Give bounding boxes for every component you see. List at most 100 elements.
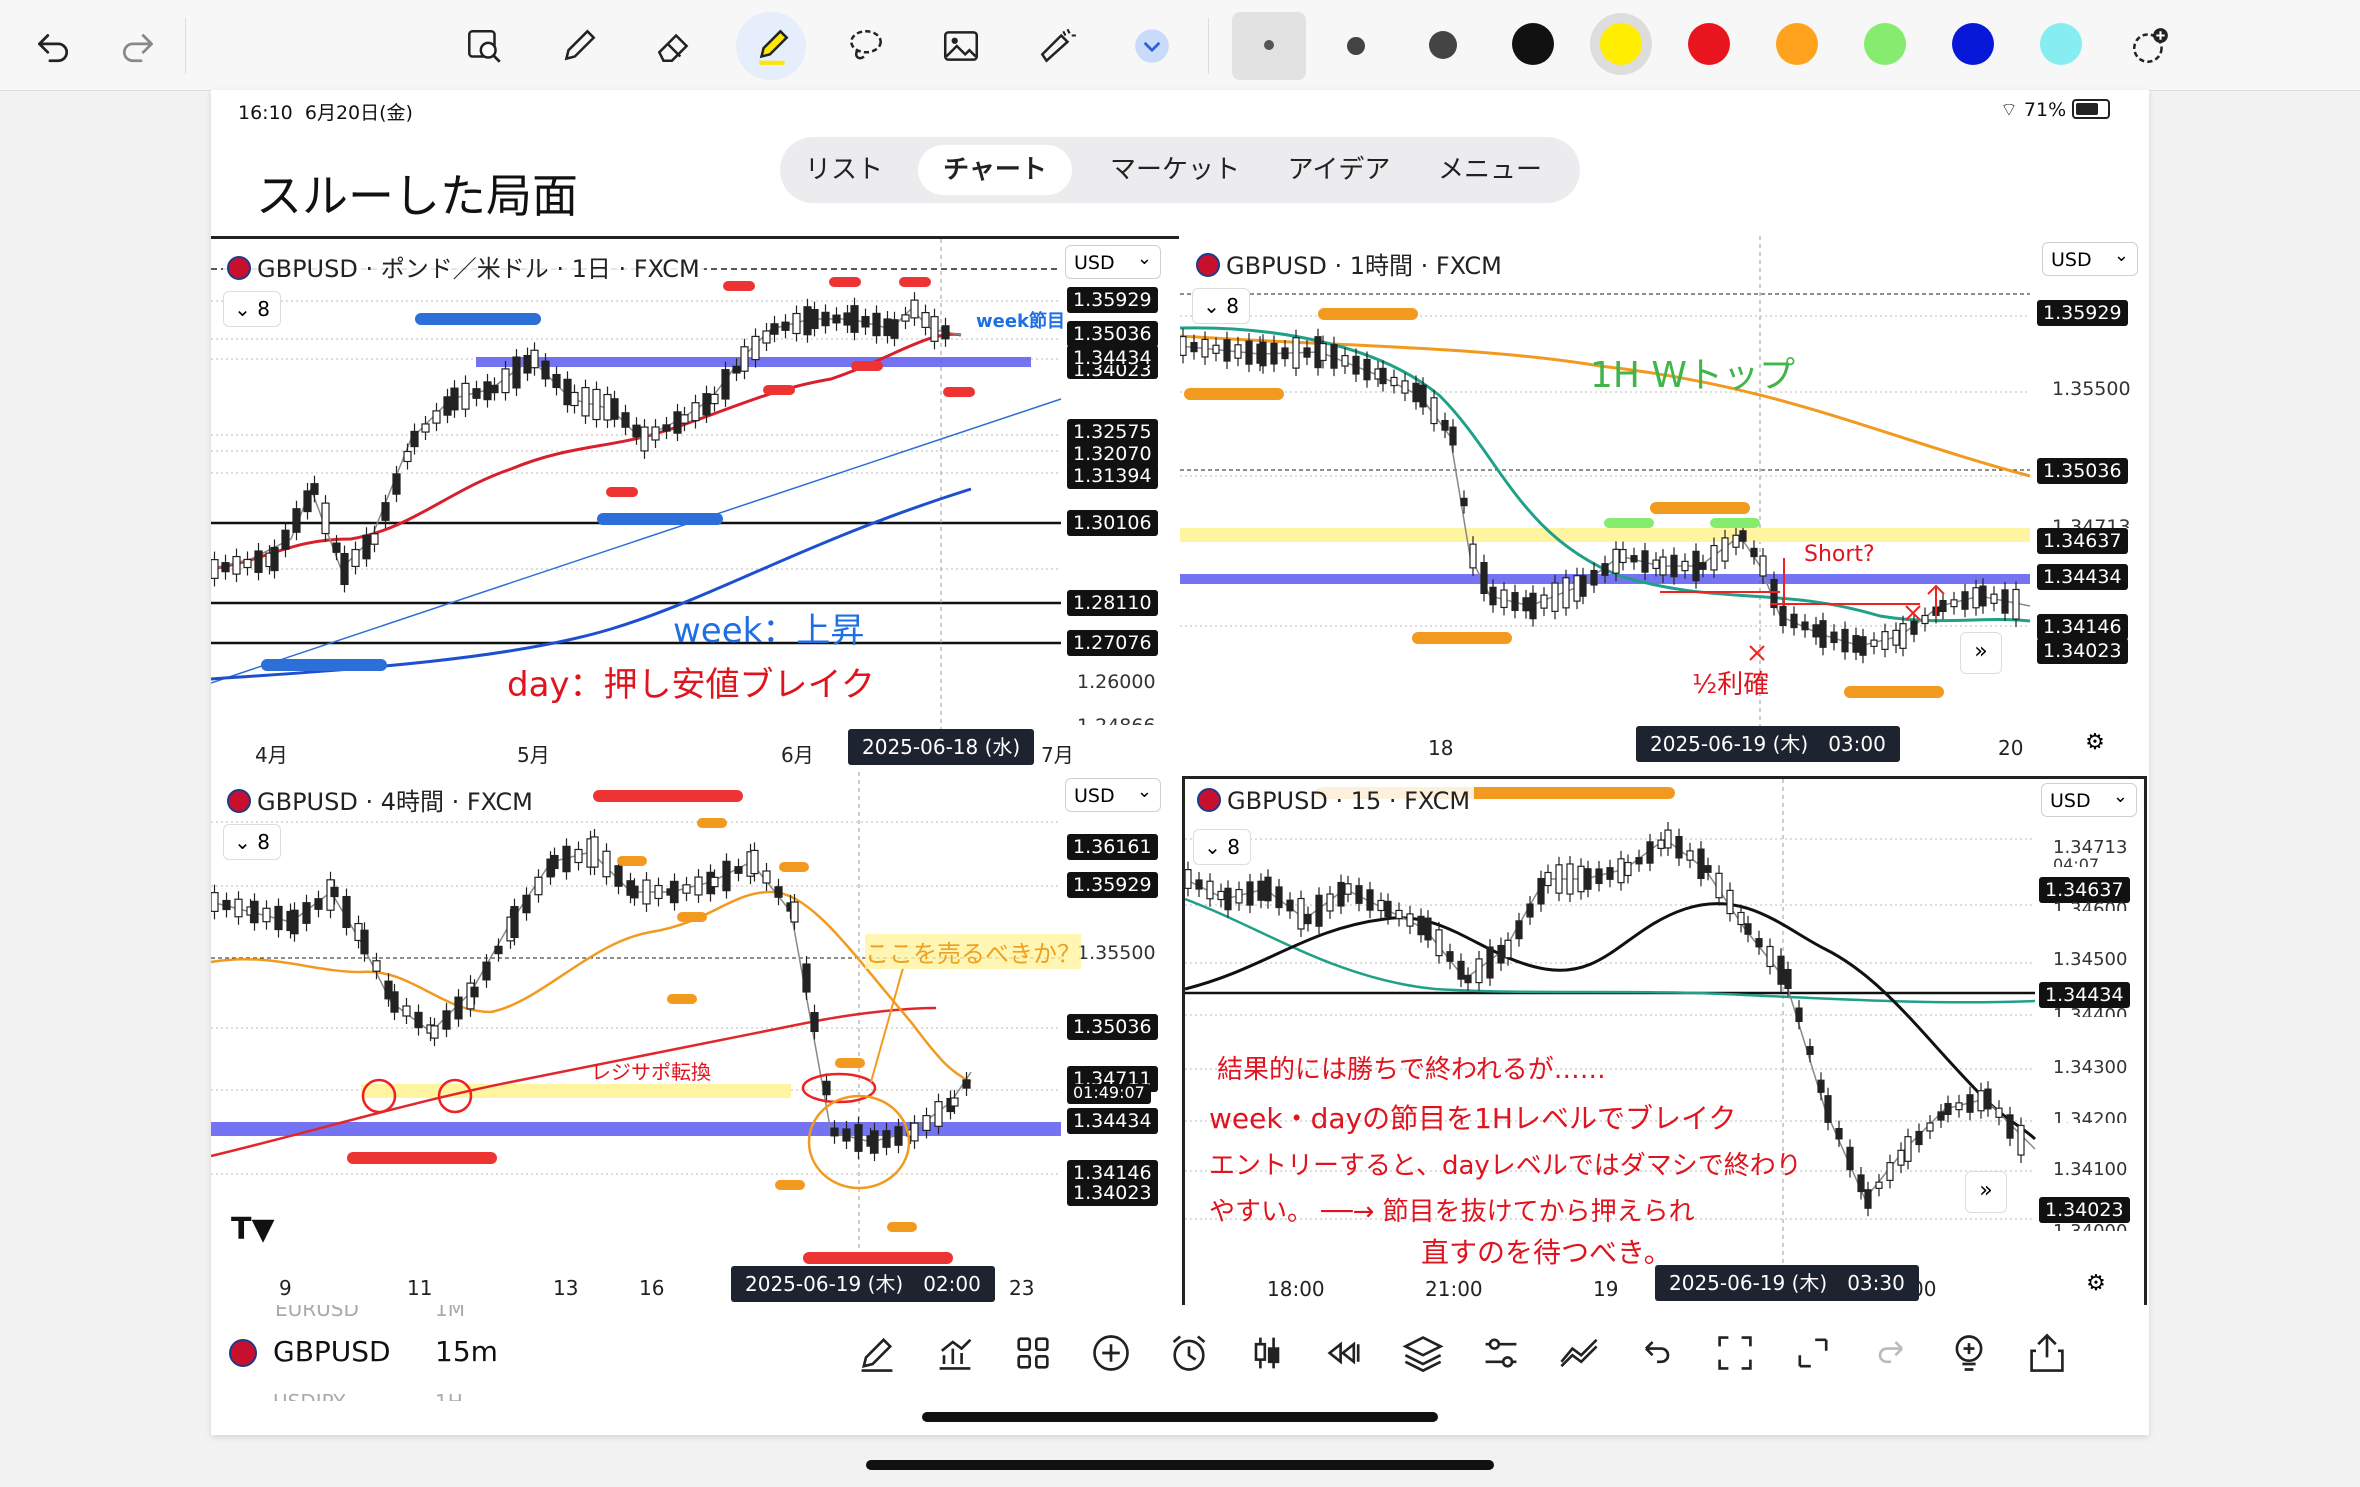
candle-body — [1504, 939, 1512, 959]
undo-icon[interactable] — [1635, 1331, 1679, 1375]
crosshair-date-tag: 2025-06-19 (木) 03:30 — [1655, 1265, 1919, 1301]
fullscreen-icon[interactable] — [1713, 1331, 1757, 1375]
drawing-tool-icon[interactable] — [855, 1331, 899, 1375]
candle-body — [1859, 636, 1867, 656]
candle-body — [410, 430, 419, 448]
color-red[interactable] — [1688, 23, 1730, 65]
indicator-toggle-1h[interactable]: ⌄ 8 — [1192, 288, 1250, 324]
add-icon[interactable] — [1089, 1331, 1133, 1375]
color-cyan[interactable] — [2040, 23, 2082, 65]
chart-title-daily: GBPUSD · ポンド／米ドル · 1日 · FXCM — [223, 249, 704, 284]
price-label: 1.35500 — [2052, 378, 2131, 400]
candle-body — [1480, 561, 1488, 595]
color-orange[interactable] — [1776, 23, 1818, 65]
layout-grid-icon[interactable] — [1011, 1331, 1055, 1375]
image-search-icon[interactable] — [460, 22, 508, 70]
currency-select-4h[interactable]: USD — [1065, 775, 1161, 812]
candle-body — [632, 424, 641, 438]
currency-select-15m[interactable]: USD — [2041, 780, 2137, 817]
candle-body — [1355, 885, 1363, 904]
settings-gear-icon[interactable]: ⚙ — [2081, 1271, 2111, 1301]
alarm-icon[interactable] — [1167, 1331, 1211, 1375]
size-small-dot[interactable] — [1264, 40, 1274, 50]
candle-body — [640, 426, 649, 452]
pen-icon[interactable] — [555, 22, 603, 70]
chart-panel-4h[interactable]: GBPUSD · 4時間 · FXCM USD ⌄ 8 1.36161 1.35… — [211, 772, 1179, 1304]
chevron-down-icon[interactable] — [1128, 22, 1176, 70]
indicator-toggle-15m[interactable]: ⌄ 8 — [1193, 829, 1251, 865]
candle-body — [1292, 337, 1300, 369]
price-label: 1.35929 — [1067, 872, 1158, 898]
candle-body — [1977, 1090, 1985, 1112]
candle-body — [414, 1011, 423, 1029]
replay-icon[interactable] — [1323, 1331, 1367, 1375]
candlestick-icon[interactable] — [1245, 1331, 1289, 1375]
symbol-selector[interactable]: GBPUSD — [273, 1335, 391, 1368]
indicator-toggle-4h[interactable]: ⌄ 8 — [223, 824, 281, 860]
highlighter-icon[interactable] — [748, 22, 796, 70]
idea-bulb-icon[interactable] — [1947, 1331, 1991, 1375]
interval-selector[interactable]: 15m — [435, 1335, 498, 1368]
candle-body — [574, 848, 583, 864]
color-yellow[interactable] — [1600, 23, 1642, 65]
lasso-icon[interactable] — [842, 22, 890, 70]
tab-chart[interactable]: チャート — [918, 145, 1072, 195]
indicators-icon[interactable] — [933, 1331, 977, 1375]
candle-body — [1646, 841, 1654, 864]
candle-body — [694, 876, 703, 896]
candle-body — [1446, 951, 1454, 962]
expand-icon[interactable] — [1791, 1331, 1835, 1375]
price-label: 1.34434 — [2037, 564, 2128, 590]
price-label: 1.35036 — [1067, 1014, 1158, 1040]
size-medium-dot[interactable] — [1347, 37, 1365, 55]
settings-sliders-icon[interactable] — [1479, 1331, 1523, 1375]
color-black[interactable] — [1512, 23, 1554, 65]
candle-body — [1915, 1130, 1923, 1146]
candle-body — [751, 335, 760, 361]
annotation-rs-flip: レジサポ転換 — [591, 1060, 711, 1084]
candle-body — [254, 550, 263, 573]
candle-body — [1864, 1189, 1872, 1209]
redo-icon[interactable] — [115, 22, 163, 70]
tab-list[interactable]: リスト — [794, 145, 894, 195]
candle-body — [1904, 1136, 1912, 1162]
redo-icon[interactable] — [1869, 1331, 1913, 1375]
candle-body — [270, 546, 279, 572]
color-blue[interactable] — [1952, 23, 1994, 65]
currency-select-1h[interactable]: USD — [2042, 239, 2138, 276]
eraser-icon[interactable] — [650, 22, 698, 70]
candle-body — [1699, 562, 1707, 570]
candle-body — [234, 898, 243, 918]
candle-body — [1801, 621, 1809, 631]
candle-body — [850, 305, 859, 333]
add-color-icon[interactable] — [2126, 22, 2174, 70]
candle-body — [332, 542, 341, 553]
currency-select-daily[interactable]: USD — [1065, 242, 1161, 279]
undo-icon[interactable] — [28, 22, 76, 70]
chart-panel-daily[interactable]: GBPUSD · ポンド／米ドル · 1日 · FXCM USD ⌄ 8 1.3… — [211, 236, 1179, 773]
chart-panel-15m[interactable]: GBPUSD · 15 · FXCM USD ⌄ 8 1.34713 04:07… — [1182, 776, 2147, 1308]
indicator-toggle-daily[interactable]: ⌄ 8 — [223, 291, 281, 327]
candle-body — [1555, 864, 1563, 894]
color-green[interactable] — [1864, 23, 1906, 65]
tab-idea[interactable]: アイデア — [1274, 145, 1404, 195]
compare-icon[interactable] — [1557, 1331, 1601, 1375]
chart-panel-1h[interactable]: GBPUSD · 1時間 · FXCM USD ⌄ 8 1.35929 1.35… — [1180, 236, 2149, 770]
annotation-line-1: 結果的には勝ちで終われるが…… — [1217, 1055, 1606, 1085]
candle-body — [482, 961, 491, 981]
settings-gear-icon[interactable]: ⚙ — [2080, 730, 2110, 760]
x-axis-label: 20 — [1998, 736, 2024, 760]
scroll-right-button[interactable]: » — [1965, 1171, 2007, 1213]
share-icon[interactable] — [2025, 1331, 2069, 1375]
candle-body — [1617, 858, 1625, 884]
image-icon[interactable] — [937, 22, 985, 70]
price-label: 1.34400 — [2053, 1005, 2128, 1017]
size-large-dot[interactable] — [1429, 31, 1457, 59]
candle-body — [1235, 888, 1243, 904]
scroll-right-button[interactable]: » — [1960, 632, 2002, 674]
tab-market[interactable]: マーケット — [1090, 145, 1260, 195]
candle-body — [1522, 597, 1530, 612]
shape-icon[interactable] — [1033, 22, 1081, 70]
tab-menu[interactable]: メニュー — [1420, 145, 1560, 195]
layers-icon[interactable] — [1401, 1331, 1445, 1375]
